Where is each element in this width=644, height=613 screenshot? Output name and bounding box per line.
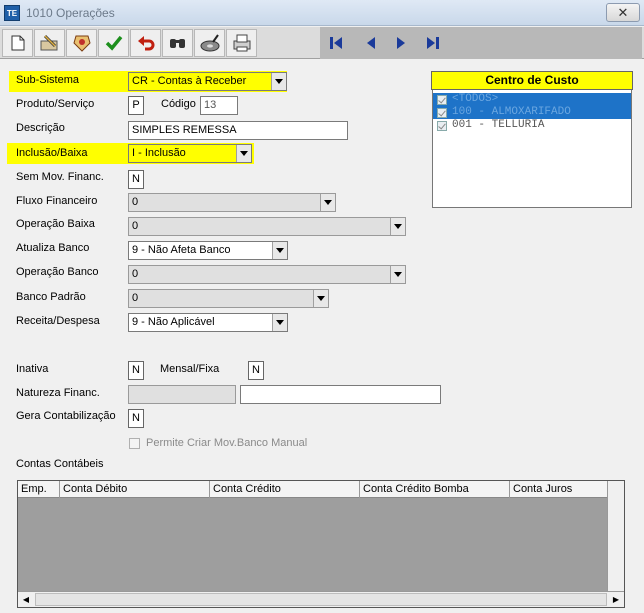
natureza-label: Natureza Financ.	[16, 387, 100, 399]
opbaixa-value: 0	[132, 220, 139, 232]
chevron-down-icon[interactable]	[320, 194, 335, 211]
navigation-bar	[320, 27, 642, 59]
gera-field[interactable]: N	[128, 409, 144, 428]
codigo-field[interactable]: 13	[200, 96, 238, 115]
opbanco-label: Operação Banco	[16, 266, 99, 278]
descricao-label: Descrição	[16, 122, 65, 134]
contas-grid[interactable]: Emp. Conta Débito Conta Crédito Conta Cr…	[17, 480, 625, 608]
scroll-right-icon[interactable]: ▶	[608, 592, 624, 607]
last-icon[interactable]	[422, 32, 444, 54]
centro-custo-item-label: <TODOS>	[452, 93, 499, 105]
chevron-down-icon[interactable]	[272, 314, 287, 331]
natureza-code-field[interactable]	[128, 385, 236, 404]
undo-icon[interactable]	[130, 29, 161, 57]
mensal-label: Mensal/Fixa	[160, 363, 220, 375]
confirm-icon[interactable]	[98, 29, 129, 57]
print-icon[interactable]	[226, 29, 257, 57]
checkbox-checked-icon[interactable]	[437, 107, 447, 118]
grid-column-header[interactable]: Conta Débito	[60, 481, 210, 498]
semmov-field[interactable]: N	[128, 170, 144, 189]
subsistema-select[interactable]: CR - Contas à Receber	[128, 72, 287, 91]
receita-value: 9 - Não Aplicável	[132, 316, 215, 328]
opbanco-value: 0	[132, 268, 139, 280]
fluxo-value: 0	[132, 196, 139, 208]
chevron-down-icon[interactable]	[390, 218, 405, 235]
grid-column-header[interactable]: Conta Crédito Bomba	[360, 481, 510, 498]
prev-icon[interactable]	[360, 32, 382, 54]
toolbar	[0, 27, 644, 59]
chevron-down-icon[interactable]	[271, 73, 286, 90]
inclusao-label: Inclusão/Baixa	[16, 147, 88, 159]
search-icon[interactable]	[162, 29, 193, 57]
centro-custo-item[interactable]: <TODOS>	[433, 93, 631, 106]
grid-column-header[interactable]: Conta Juros	[510, 481, 607, 498]
subsistema-label: Sub-Sistema	[16, 74, 79, 86]
contas-label: Contas Contábeis	[16, 458, 104, 470]
centro-custo-item-label: 001 - TELLURIA	[452, 119, 545, 131]
window-title: 1010 Operações	[26, 6, 115, 20]
edit-icon[interactable]	[34, 29, 65, 57]
produto-label: Produto/Serviço	[16, 98, 95, 110]
centro-custo-item-label: 100 - ALMOXARIFADO	[452, 106, 571, 118]
permite-checkbox[interactable]	[129, 438, 140, 449]
checkbox-checked-icon[interactable]	[437, 94, 447, 105]
subsistema-value: CR - Contas à Receber	[132, 75, 247, 87]
centro-custo-list: <TODOS> 100 - ALMOXARIFADO 001 - TELLURI…	[432, 90, 632, 208]
fluxo-select[interactable]: 0	[128, 193, 336, 212]
descricao-field[interactable]: SIMPLES REMESSA	[128, 121, 348, 140]
scroll-left-icon[interactable]: ◀	[18, 592, 34, 607]
centro-custo-item[interactable]: 001 - TELLURIA	[433, 119, 631, 132]
settings-icon[interactable]	[66, 29, 97, 57]
grid-horizontal-scrollbar[interactable]: ◀ ▶	[18, 591, 624, 607]
close-button[interactable]: ✕	[606, 3, 640, 22]
fluxo-label: Fluxo Financeiro	[16, 195, 98, 207]
bancopadrao-select[interactable]: 0	[128, 289, 329, 308]
atualiza-select[interactable]: 9 - Não Afeta Banco	[128, 241, 288, 260]
chevron-down-icon[interactable]	[313, 290, 328, 307]
grid-vertical-scrollbar[interactable]	[607, 481, 624, 591]
scroll-thumb[interactable]	[35, 593, 607, 606]
checkbox-checked-icon[interactable]	[437, 120, 447, 131]
inclusao-select[interactable]: I - Inclusão	[128, 144, 252, 163]
next-icon[interactable]	[390, 32, 412, 54]
bancopadrao-value: 0	[132, 292, 139, 304]
grid-header: Emp. Conta Débito Conta Crédito Conta Cr…	[18, 481, 624, 498]
inclusao-value: I - Inclusão	[132, 147, 186, 159]
grid-column-header[interactable]: Conta Crédito	[210, 481, 360, 498]
title-bar: TE 1010 Operações ✕	[0, 0, 644, 26]
receita-select[interactable]: 9 - Não Aplicável	[128, 313, 288, 332]
semmov-label: Sem Mov. Financ.	[16, 171, 104, 183]
produto-field[interactable]: P	[128, 96, 144, 115]
permite-label: Permite Criar Mov.Banco Manual	[146, 437, 308, 449]
bancopadrao-label: Banco Padrão	[16, 291, 86, 303]
app-icon: TE	[4, 5, 20, 21]
natureza-desc-field[interactable]	[240, 385, 441, 404]
codigo-label: Código	[161, 98, 196, 110]
gera-label: Gera Contabilização	[16, 410, 116, 422]
opbaixa-label: Operação Baixa	[16, 218, 95, 230]
centro-custo-item[interactable]: 100 - ALMOXARIFADO	[433, 106, 631, 119]
opbaixa-select[interactable]: 0	[128, 217, 406, 236]
first-icon[interactable]	[325, 32, 347, 54]
grid-column-header[interactable]: Emp.	[18, 481, 60, 498]
mensal-field[interactable]: N	[248, 361, 264, 380]
disk-icon[interactable]	[194, 29, 225, 57]
atualiza-label: Atualiza Banco	[16, 242, 90, 254]
atualiza-value: 9 - Não Afeta Banco	[132, 244, 231, 256]
receita-label: Receita/Despesa	[16, 315, 100, 327]
inativa-label: Inativa	[16, 363, 49, 375]
opbanco-select[interactable]: 0	[128, 265, 406, 284]
chevron-down-icon[interactable]	[236, 145, 251, 162]
centro-custo-title: Centro de Custo	[431, 71, 633, 90]
chevron-down-icon[interactable]	[390, 266, 405, 283]
new-icon[interactable]	[2, 29, 33, 57]
chevron-down-icon[interactable]	[272, 242, 287, 259]
inativa-field[interactable]: N	[128, 361, 144, 380]
